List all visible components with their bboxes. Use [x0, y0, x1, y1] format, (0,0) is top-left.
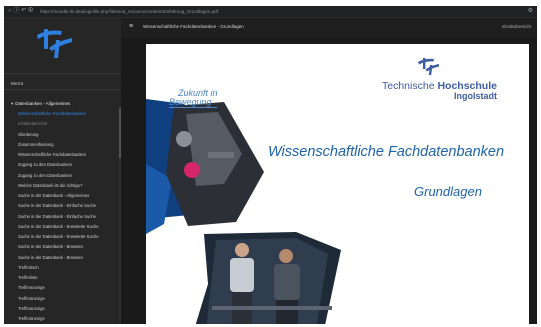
browser-address-bar[interactable]: ○ ⓘ ↶ ⊕ https://moodle.thi.de/pluginfile… [4, 6, 537, 18]
divider [4, 73, 121, 74]
sidebar-item[interactable]: Zusammenfassung [18, 140, 118, 150]
sidebar-item[interactable]: Suche in der Datenbank - Erweiterte Such… [18, 232, 118, 242]
sidebar-item[interactable]: Trefferanzeige [18, 283, 118, 293]
pdf-viewer[interactable]: Technische Hochschule Ingolstadt Zukunft… [121, 38, 537, 324]
course-section-toggle[interactable]: ▾ Datenbanken - Allgemeines [11, 101, 70, 107]
lab-table [212, 306, 332, 310]
thi-logo-mark [37, 29, 72, 58]
document-title: Wissenschaftliche Fachdatenbanken - Grun… [143, 24, 244, 29]
org-name-line2: Ingolstadt [454, 91, 497, 101]
slide-page: Technische Hochschule Ingolstadt Zukunft… [146, 44, 529, 324]
sidebar-item[interactable]: Wissenschaftliche Fachdatenbanken [18, 150, 118, 160]
sidebar-item[interactable]: Suche in der Datenbank - Erweiterte Such… [18, 222, 118, 232]
sidebar-item[interactable]: Zugang zu den Datenbanken [18, 160, 118, 170]
sidebar-item[interactable]: Suche in der Datenbank - Allgemeines [18, 191, 118, 201]
thi-logo[interactable] [4, 18, 121, 70]
org-name-light: Technische [382, 80, 438, 92]
sidebar-item[interactable]: Suche in der Datenbank - Browsen [18, 253, 118, 263]
slide-title: Wissenschaftliche Fachdatenbanken [268, 144, 505, 160]
lab-image-bottom-light [206, 238, 328, 324]
thi-logo-mark [418, 58, 439, 75]
person-head [279, 249, 293, 263]
person-head [235, 243, 249, 257]
sidebar-item[interactable]: Trefferanzeige [18, 294, 118, 304]
viewer-header: ≡ Wissenschaftliche Fachdatenbanken - Gr… [121, 18, 537, 38]
course-sidebar: Menü ▾ Datenbanken - Allgemeines Wissensc… [4, 18, 121, 324]
sidebar-item[interactable]: Inhaltsübersicht [18, 119, 118, 129]
slogan-underline [169, 107, 217, 108]
sidebar-item[interactable]: Trefferanzeige [18, 304, 118, 314]
sidebar-item[interactable]: Suche in der Datenbank - Einfache Suche [18, 201, 118, 211]
sidebar-item[interactable]: Trefferanzeige [18, 314, 118, 324]
course-section-label: Datenbanken - Allgemeines [15, 101, 71, 106]
slogan-line2: Bewegung [169, 97, 212, 107]
person-jacket [274, 264, 300, 300]
red-sphere [184, 162, 200, 178]
chevron-down-icon: ▾ [11, 101, 14, 106]
sidebar-item[interactable]: Treffertisch [18, 263, 118, 273]
sidebar-item[interactable]: Trefferliste [18, 273, 118, 283]
sidebar-item[interactable]: Gliederung [18, 130, 118, 140]
robot-joint [176, 131, 192, 147]
sidebar-item[interactable]: Wissenschaftliche Fachdatenbanken [18, 109, 118, 119]
divider [4, 89, 121, 90]
url-text[interactable]: https://moodle.thi.de/pluginfile.php/fil… [40, 8, 218, 15]
person-legs [276, 300, 298, 324]
sidebar-item[interactable]: Zugang zu den Datenbanken [18, 171, 118, 181]
gear-icon[interactable]: ⚙ [528, 8, 533, 15]
sidebar-item[interactable]: Suche in der Datenbank - Einfache Suche [18, 212, 118, 222]
person-shirt [230, 258, 254, 292]
slide-subtitle: Grundlagen [414, 184, 482, 199]
browser-window: ○ ⓘ ↶ ⊕ https://moodle.thi.de/pluginfile… [4, 6, 537, 324]
sidebar-item-list: Wissenschaftliche Fachdatenbanken Inhalts… [18, 109, 118, 324]
sidebar-item[interactable]: Welche Datenbank ist die richtige? [18, 181, 118, 191]
menu-title: Menü [11, 81, 24, 86]
robot-arm [208, 152, 234, 158]
toc-link[interactable]: Inhaltsübersicht [502, 24, 531, 29]
sidebar-item[interactable]: Suche in der Datenbank - Browsen [18, 242, 118, 252]
browser-controls[interactable]: ○ ⓘ ↶ ⊕ [8, 8, 34, 15]
hamburger-icon[interactable]: ≡ [129, 23, 133, 31]
